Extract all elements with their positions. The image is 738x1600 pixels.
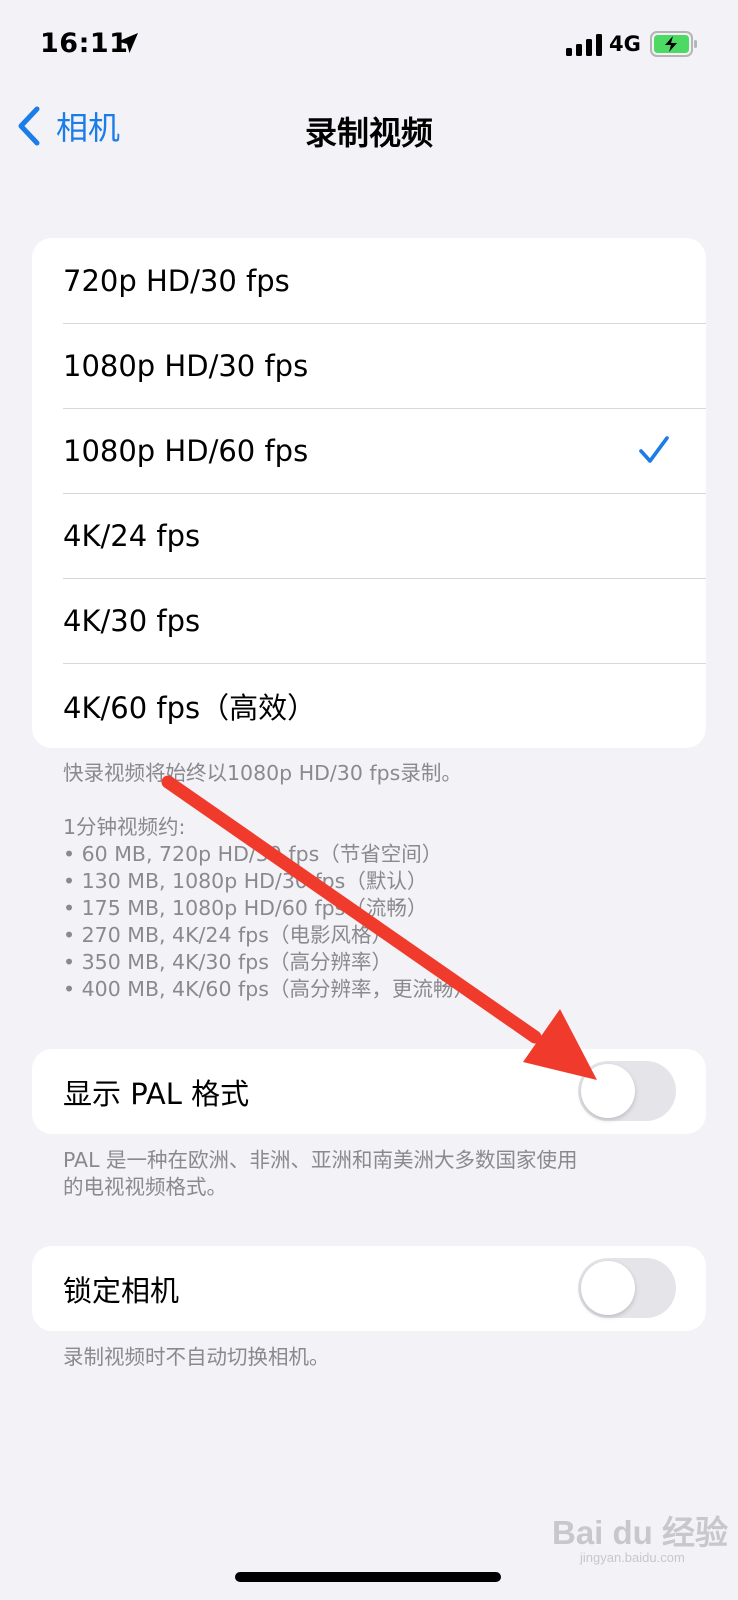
- format-option-720p-30[interactable]: 720p HD/30 fps: [32, 238, 706, 323]
- pal-note-line: PAL 是一种在欧洲、非洲、亚洲和南美洲大多数国家使用: [63, 1148, 578, 1172]
- format-option-1080p-30[interactable]: 1080p HD/30 fps: [32, 323, 706, 408]
- switch-knob: [581, 1064, 635, 1118]
- file-size-item: • 130 MB, 1080p HD/30 fps（默认）: [63, 869, 428, 893]
- status-bar: 16:11 4G: [0, 0, 738, 92]
- lock-camera-group: 锁定相机: [32, 1246, 706, 1331]
- baidu-watermark-logo: Bai du 经验: [552, 1514, 729, 1551]
- file-size-item: • 175 MB, 1080p HD/60 fps（流畅）: [63, 896, 428, 920]
- format-option-label: 1080p HD/30 fps: [63, 348, 309, 383]
- lock-camera-label: 锁定相机: [63, 1273, 180, 1308]
- baidu-watermark-url: jingyan.baidu.com: [580, 1550, 685, 1565]
- format-option-4k-24[interactable]: 4K/24 fps: [32, 493, 706, 578]
- quicktake-note: 快录视频将始终以1080p HD/30 fps录制。: [63, 761, 462, 785]
- location-arrow-icon: [118, 33, 138, 53]
- pal-format-group: 显示 PAL 格式: [32, 1049, 706, 1134]
- format-option-4k-30[interactable]: 4K/30 fps: [32, 578, 706, 663]
- battery-charging-icon: [650, 31, 697, 57]
- file-size-item: • 60 MB, 720p HD/30 fps（节省空间）: [63, 842, 443, 866]
- lock-camera-row: 锁定相机: [32, 1246, 706, 1331]
- network-type: 4G: [609, 32, 641, 56]
- format-option-label: 4K/60 fps（高效）: [63, 690, 317, 725]
- format-option-label: 720p HD/30 fps: [63, 263, 290, 298]
- format-option-label: 1080p HD/60 fps: [63, 433, 309, 468]
- pal-note-line: 的电视视频格式。: [63, 1175, 227, 1199]
- video-format-list: 720p HD/30 fps 1080p HD/30 fps 1080p HD/…: [32, 238, 706, 748]
- lock-camera-note: 录制视频时不自动切换相机。: [63, 1345, 330, 1369]
- checkmark-icon: [639, 436, 669, 463]
- home-indicator[interactable]: [235, 1572, 501, 1582]
- pal-format-row: 显示 PAL 格式: [32, 1049, 706, 1134]
- pal-format-label: 显示 PAL 格式: [63, 1076, 250, 1111]
- file-size-item: • 400 MB, 4K/60 fps（高分辨率，更流畅）: [63, 977, 474, 1001]
- file-size-item: • 270 MB, 4K/24 fps（电影风格）: [63, 923, 392, 947]
- pal-format-switch[interactable]: [578, 1061, 676, 1121]
- navigation-bar: 相机 录制视频: [0, 92, 738, 172]
- format-option-4k-60[interactable]: 4K/60 fps（高效）: [32, 663, 706, 748]
- signal-bars-icon: [566, 34, 602, 56]
- format-option-1080p-60[interactable]: 1080p HD/60 fps: [32, 408, 706, 493]
- format-option-label: 4K/24 fps: [63, 518, 201, 553]
- lock-camera-switch[interactable]: [578, 1258, 676, 1318]
- switch-knob: [581, 1261, 635, 1315]
- format-option-label: 4K/30 fps: [63, 603, 201, 638]
- pal-format-note: PAL 是一种在欧洲、非洲、亚洲和南美洲大多数国家使用 的电视视频格式。: [63, 1147, 683, 1201]
- file-size-heading: 1分钟视频约:: [63, 815, 186, 839]
- file-size-notes: 1分钟视频约: • 60 MB, 720p HD/30 fps（节省空间） • …: [63, 814, 683, 1003]
- page-title: 录制视频: [304, 114, 433, 152]
- file-size-item: • 350 MB, 4K/30 fps（高分辨率）: [63, 950, 392, 974]
